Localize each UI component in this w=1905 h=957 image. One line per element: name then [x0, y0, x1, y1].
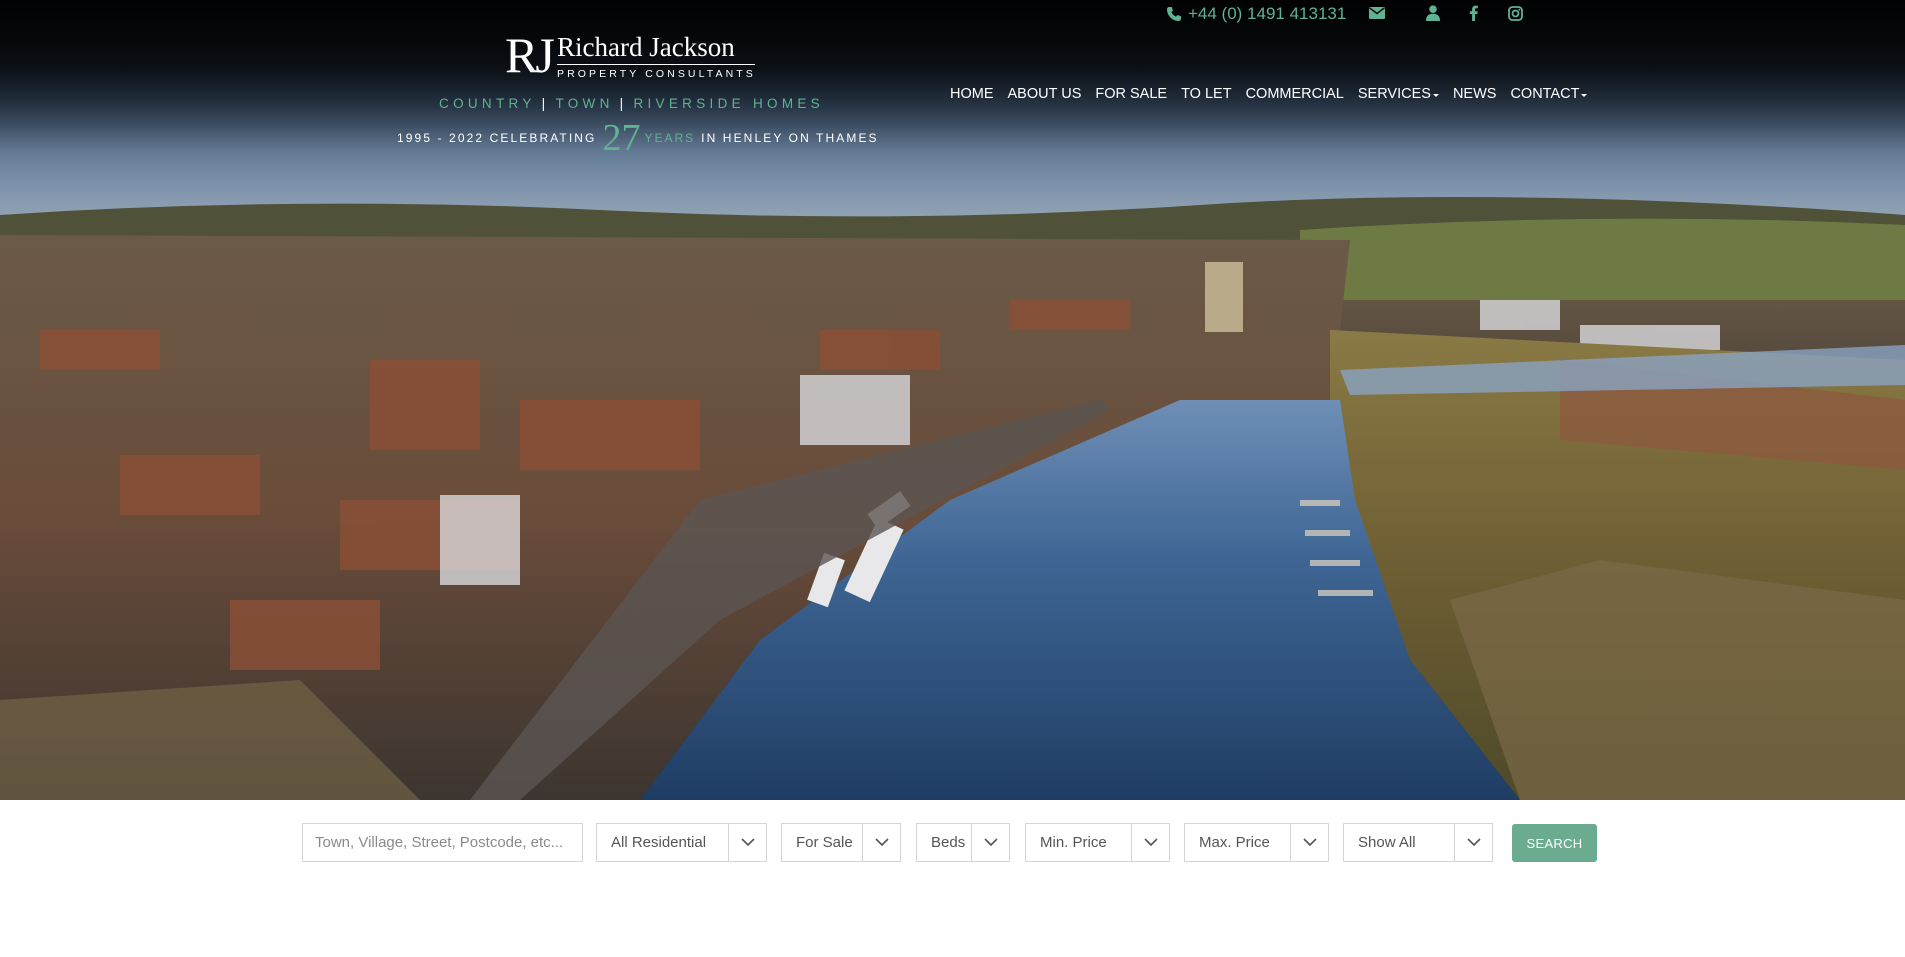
facebook-link[interactable] — [1463, 3, 1483, 23]
instagram-link[interactable] — [1505, 3, 1525, 23]
hero-banner — [0, 0, 1905, 800]
chevron-down-icon — [728, 824, 766, 861]
nav-for-sale[interactable]: FOR SALE — [1095, 86, 1167, 102]
logo-subtitle: PROPERTY CONSULTANTS — [557, 68, 756, 80]
chevron-down-icon — [862, 824, 900, 861]
caret-down-icon — [1581, 94, 1588, 97]
facebook-icon — [1469, 5, 1478, 21]
tagline-separator: | — [619, 96, 628, 111]
tagline-riverside: RIVERSIDE HOMES — [633, 96, 824, 111]
min-price-select[interactable]: Min. Price — [1025, 823, 1170, 862]
chevron-down-icon — [1454, 824, 1492, 861]
anniversary-years: YEARS — [644, 131, 696, 145]
nav-contact[interactable]: CONTACT — [1510, 86, 1588, 102]
listing-type-select[interactable]: For Sale — [781, 823, 901, 862]
anniversary-number: 27 — [602, 117, 641, 159]
status-select[interactable]: Show All — [1343, 823, 1493, 862]
beds-select[interactable]: Beds — [916, 823, 1010, 862]
phone-number: +44 (0) 1491 413131 — [1188, 4, 1347, 23]
email-icon — [1369, 7, 1385, 19]
nav-to-let[interactable]: TO LET — [1181, 86, 1232, 102]
nav-about-us[interactable]: ABOUT US — [1008, 86, 1082, 102]
location-search-field — [302, 823, 583, 862]
nav-contact-label: CONTACT — [1510, 86, 1580, 102]
status-value: Show All — [1358, 834, 1416, 851]
nav-commercial[interactable]: COMMERCIAL — [1246, 86, 1344, 102]
logo-monogram: RJ — [505, 27, 555, 83]
min-price-value: Min. Price — [1040, 834, 1107, 851]
tagline-town: TOWN — [555, 96, 614, 111]
beds-value: Beds — [931, 834, 966, 851]
max-price-value: Max. Price — [1199, 834, 1270, 851]
main-nav: HOME ABOUT US FOR SALE TO LET COMMERCIAL… — [950, 86, 1588, 102]
instagram-icon — [1507, 5, 1523, 21]
anniversary-prefix: 1995 - 2022 CELEBRATING — [397, 131, 597, 145]
tagline: COUNTRY | TOWN | RIVERSIDE HOMES — [434, 96, 829, 111]
max-price-select[interactable]: Max. Price — [1184, 823, 1329, 862]
chevron-down-icon — [1131, 824, 1169, 861]
nav-home[interactable]: HOME — [950, 86, 994, 102]
location-search-input[interactable] — [303, 824, 582, 861]
phone-icon — [1167, 7, 1181, 21]
listing-type-value: For Sale — [796, 834, 853, 851]
nav-services[interactable]: SERVICES — [1358, 86, 1439, 102]
chevron-down-icon — [971, 824, 1009, 861]
anniversary-banner: 1995 - 2022 CELEBRATING 27 YEARS IN HENL… — [397, 118, 879, 158]
tagline-country: COUNTRY — [439, 96, 536, 111]
property-type-value: All Residential — [611, 834, 707, 851]
tagline-separator: | — [541, 96, 550, 111]
phone-link[interactable]: +44 (0) 1491 413131 — [1166, 2, 1346, 26]
anniversary-suffix: IN HENLEY ON THAMES — [701, 131, 879, 145]
logo-divider — [557, 64, 755, 65]
user-icon — [1426, 5, 1440, 21]
nav-news[interactable]: NEWS — [1453, 86, 1497, 102]
property-type-select[interactable]: All Residential — [596, 823, 767, 862]
logo-name: Richard Jackson — [557, 32, 735, 62]
search-button[interactable]: SEARCH — [1512, 824, 1597, 862]
header-shade — [0, 0, 1905, 150]
email-link[interactable] — [1367, 3, 1387, 23]
account-link[interactable] — [1423, 3, 1443, 23]
chevron-down-icon — [1290, 824, 1328, 861]
nav-services-label: SERVICES — [1357, 86, 1431, 102]
caret-down-icon — [1432, 94, 1439, 97]
